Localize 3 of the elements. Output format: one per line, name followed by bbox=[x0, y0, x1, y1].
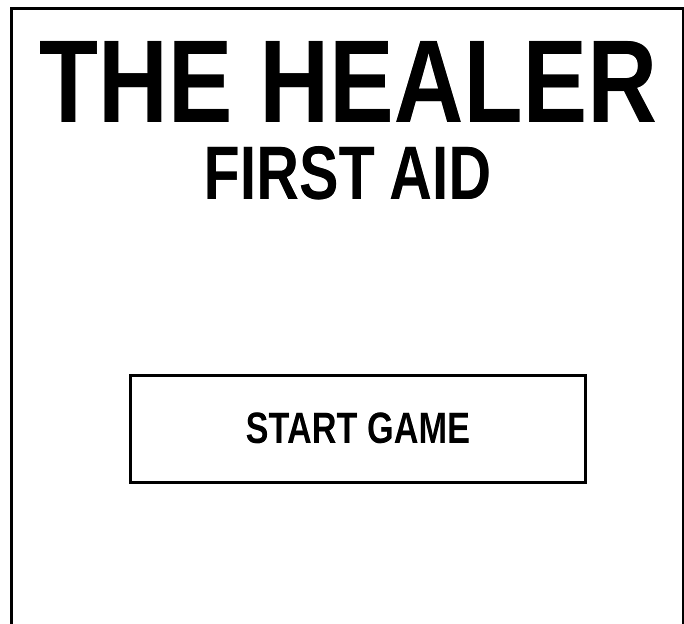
start-game-button[interactable]: START GAME bbox=[128, 374, 586, 484]
game-title: THE HEALER bbox=[38, 30, 657, 134]
game-subtitle: FIRST AID bbox=[204, 134, 492, 214]
